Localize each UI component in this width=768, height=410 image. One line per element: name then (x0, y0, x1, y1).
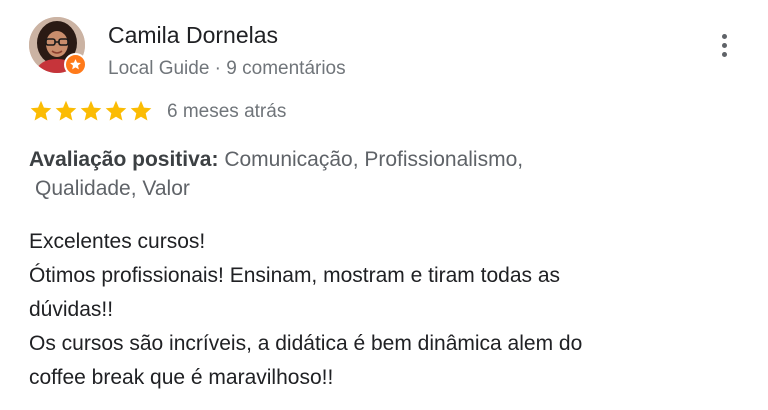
review-text: Excelentes cursos! Ótimos profissionais!… (29, 225, 749, 395)
more-vert-icon (721, 33, 727, 39)
reviewer-meta: Local Guide · 9 comentários (108, 58, 346, 79)
highlights-values: Comunicação, Profissionalismo, (224, 148, 524, 171)
review-time: 6 meses atrás (167, 101, 287, 122)
star-icon (105, 100, 127, 121)
review-line: Os cursos são incríveis, a didática é be… (29, 332, 583, 355)
star-icon (30, 100, 52, 121)
highlights-line-2: Qualidade, Valor (29, 174, 729, 203)
highlights-values-continued: Qualidade, Valor (35, 177, 190, 200)
star-icon (80, 100, 102, 121)
highlights-label: Avaliação positiva: (29, 148, 219, 171)
reviewer-name[interactable]: Camila Dornelas (108, 22, 278, 49)
more-vert-icon-dot (721, 42, 727, 48)
review-line: Ótimos profissionais! Ensinam, mostram e… (29, 264, 561, 287)
review-line: coffee break que é maravilhoso!! (29, 366, 334, 389)
review-line: Excelentes cursos! (29, 230, 206, 253)
review-line: dúvidas!! (29, 298, 114, 321)
review-card: Camila Dornelas Local Guide · 9 comentár… (0, 0, 768, 410)
more-vert-icon-dot (721, 51, 727, 57)
avatar[interactable] (29, 17, 87, 76)
star-icon (55, 100, 77, 121)
local-guide-badge-icon (64, 53, 87, 76)
highlights-line-1: Avaliação positiva: Comunicação, Profiss… (29, 145, 729, 174)
review-highlights: Avaliação positiva: Comunicação, Profiss… (29, 145, 729, 203)
more-options-button[interactable] (712, 28, 736, 62)
star-icon (130, 100, 152, 121)
star-rating (29, 98, 153, 126)
